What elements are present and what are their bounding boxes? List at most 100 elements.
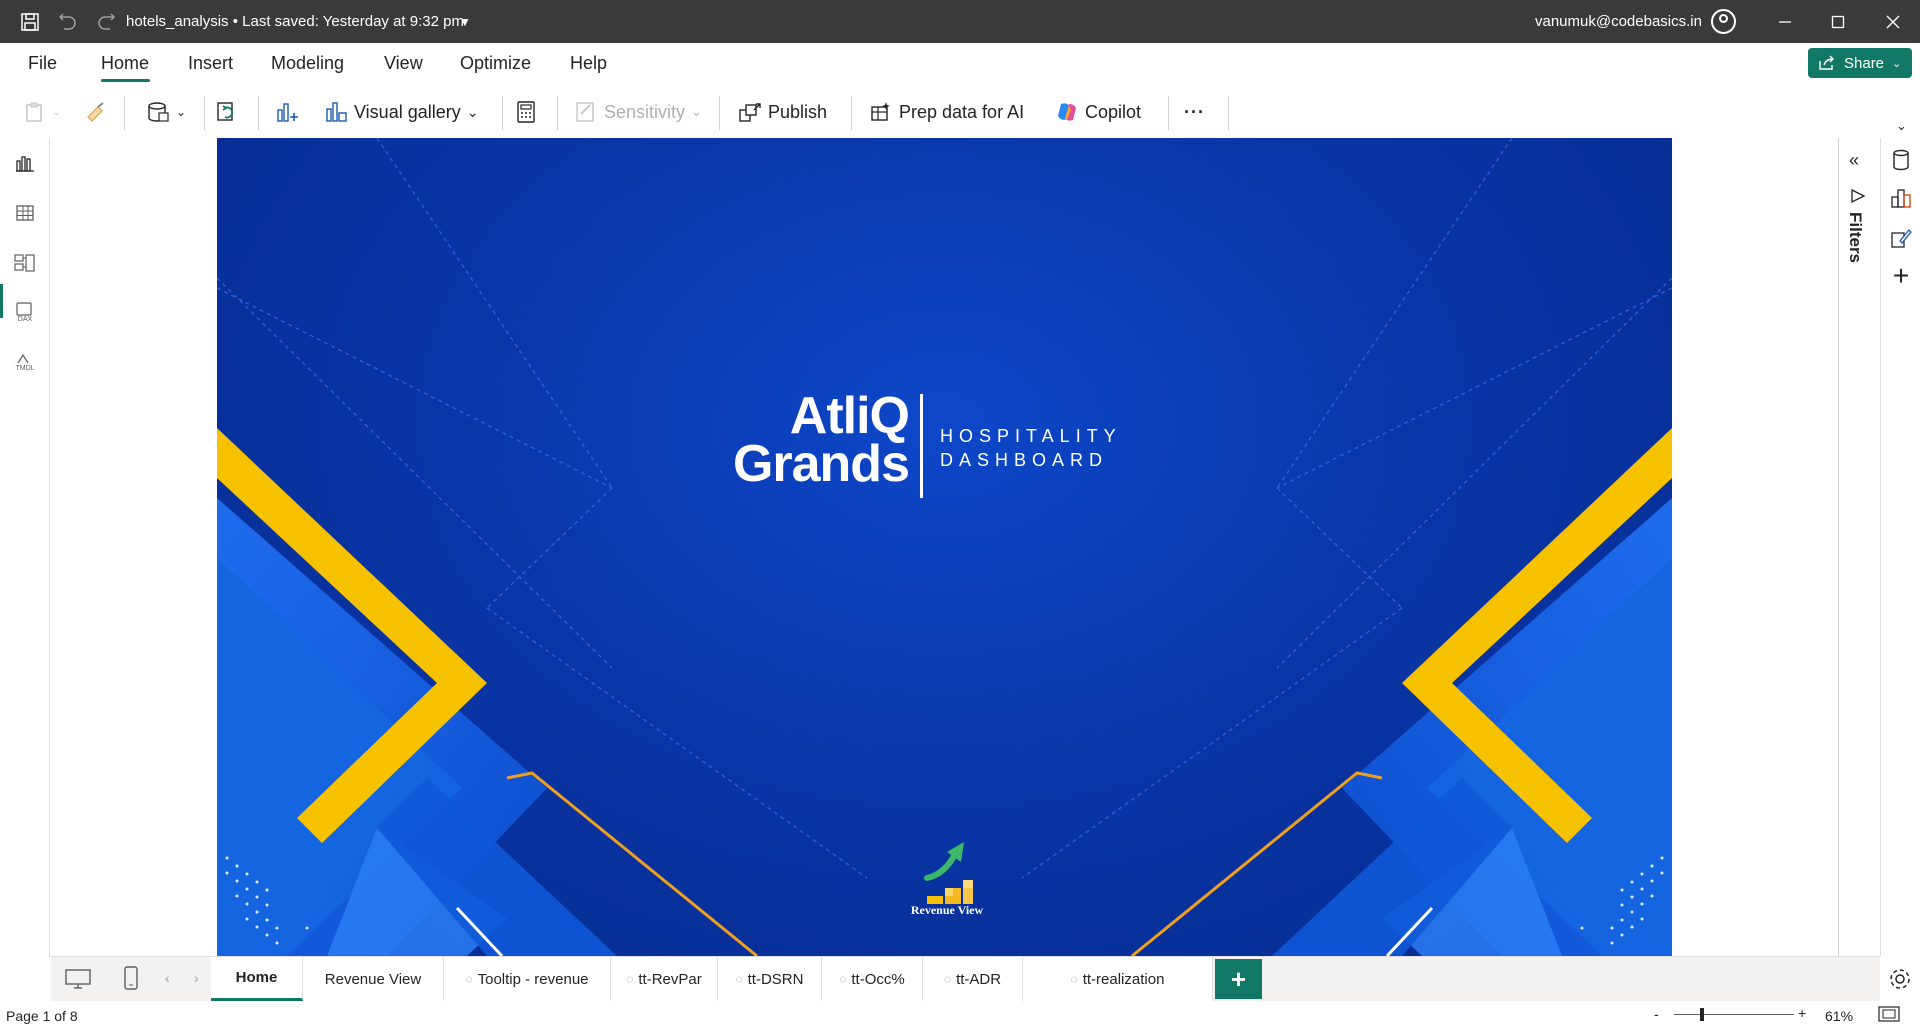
sensitivity-button[interactable]: Sensitivity ⌄ <box>574 98 702 126</box>
fit-to-page-icon[interactable] <box>1878 1006 1900 1025</box>
tmdl-view-icon[interactable]: TMDL <box>12 350 38 376</box>
tab-optimize[interactable]: Optimize <box>460 53 531 74</box>
zoom-slider-thumb[interactable] <box>1700 1008 1704 1021</box>
right-pane-bar: + <box>1880 138 1920 956</box>
tab-help[interactable]: Help <box>570 53 607 74</box>
revenue-view-nav-button[interactable]: Revenue View <box>907 840 987 920</box>
visual-gallery-icon <box>324 100 348 124</box>
view-switcher: DAX TMDL <box>0 138 50 958</box>
data-pane-icon[interactable] <box>1889 148 1913 172</box>
settings-icon[interactable] <box>1887 966 1913 997</box>
share-icon <box>1819 55 1834 70</box>
title-dropdown-icon[interactable]: ▼ <box>459 15 471 29</box>
dax-query-icon[interactable]: DAX <box>12 300 38 326</box>
report-view-icon[interactable] <box>12 150 38 176</box>
menu-bar: File Home Insert Modeling View Optimize … <box>0 43 1920 84</box>
page-tab-tt-occ[interactable]: ◌ tt-Occ% <box>822 957 923 1001</box>
format-painter-icon <box>84 100 108 124</box>
background-artwork <box>217 138 1672 956</box>
sensitivity-label: Sensitivity <box>604 101 686 122</box>
user-email[interactable]: vanumuk@codebasics.in <box>1535 13 1702 30</box>
model-view-icon[interactable] <box>12 250 38 276</box>
visual-gallery-label: Visual gallery <box>354 101 461 122</box>
hidden-page-icon: ◌ <box>735 972 743 986</box>
format-painter-button[interactable] <box>84 98 108 126</box>
desktop-layout-icon[interactable] <box>64 967 92 996</box>
filter-funnel-icon <box>1850 188 1866 209</box>
ribbon-collapse-icon[interactable]: ⌄ <box>1896 112 1907 140</box>
new-visual-button[interactable] <box>275 98 299 126</box>
page-tab-tt-dsrn[interactable]: ◌ tt-DSRN <box>718 957 822 1001</box>
zoom-level[interactable]: 61% <box>1825 1008 1853 1024</box>
filters-label[interactable]: Filters <box>1845 212 1865 263</box>
database-icon <box>146 100 170 124</box>
chevron-down-icon: ⌄ <box>1892 57 1902 70</box>
hidden-page-icon: ◌ <box>465 972 473 986</box>
publish-label: Publish <box>768 101 828 122</box>
copilot-button[interactable]: Copilot <box>1055 98 1141 126</box>
sensitivity-icon <box>574 100 598 124</box>
avatar[interactable] <box>1711 9 1736 34</box>
hidden-page-icon: ◌ <box>1070 972 1078 986</box>
revenue-view-label: Revenue View <box>910 903 984 917</box>
format-pane-icon[interactable] <box>1889 226 1913 250</box>
title-bar: hotels_analysis • Last saved: Yesterday … <box>0 0 1920 43</box>
collapse-pane-icon[interactable]: « <box>1849 150 1869 170</box>
scroll-right-icon[interactable]: › <box>194 970 199 986</box>
hidden-page-icon: ◌ <box>943 972 952 986</box>
page-tabs-bar: ‹ › Home Revenue View ◌ Tooltip - revenu… <box>51 956 1880 1001</box>
tab-home[interactable]: Home <box>101 53 149 74</box>
add-page-button[interactable]: + <box>1215 959 1262 999</box>
table-view-icon[interactable] <box>12 200 38 226</box>
close-icon[interactable] <box>1882 11 1904 33</box>
visualizations-pane-icon[interactable] <box>1889 186 1913 210</box>
prep-data-icon <box>869 100 893 124</box>
copilot-label: Copilot <box>1085 101 1142 122</box>
brand-logo: AtliQ Grands HOSPITALITY DASHBOARD <box>732 390 1164 500</box>
bar-chart-add-icon <box>275 100 299 124</box>
mobile-layout-icon[interactable] <box>123 965 139 996</box>
page-tab-tooltip-revenue[interactable]: ◌ Tooltip - revenue <box>444 957 611 1001</box>
zoom-slider[interactable] <box>1674 1008 1794 1021</box>
page-tab-revenue-view[interactable]: Revenue View <box>303 957 444 1001</box>
ribbon: ⌄ ⌄ Visual gallery ⌄ Sensitivity ⌄ Publi… <box>0 88 1920 136</box>
page-tab-tt-revpar[interactable]: ◌ tt-RevPar <box>611 957 718 1001</box>
brand-name-line2: Grands <box>732 435 910 493</box>
visual-gallery-button[interactable]: Visual gallery ⌄ <box>324 98 478 126</box>
calculator-icon <box>514 100 538 124</box>
redo-icon[interactable] <box>94 10 118 34</box>
add-pane-icon[interactable]: + <box>1889 260 1913 291</box>
refresh-icon <box>215 100 239 124</box>
tagline-line1: HOSPITALITY <box>940 426 1122 446</box>
maximize-icon[interactable] <box>1827 11 1849 33</box>
get-data-button[interactable]: ⌄ <box>146 98 186 126</box>
tab-modeling[interactable]: Modeling <box>271 53 344 74</box>
tagline-line2: DASHBOARD <box>940 450 1109 470</box>
chevron-down-icon: ⌄ <box>691 104 702 119</box>
scroll-left-icon[interactable]: ‹ <box>165 970 170 986</box>
refresh-button[interactable] <box>215 98 239 126</box>
tab-view[interactable]: View <box>384 53 423 74</box>
minimize-icon[interactable] <box>1774 11 1796 33</box>
tab-insert[interactable]: Insert <box>188 53 233 74</box>
report-page[interactable]: AtliQ Grands HOSPITALITY DASHBOARD Reven… <box>217 138 1672 956</box>
share-button[interactable]: Share ⌄ <box>1808 48 1912 78</box>
zoom-out-button[interactable]: - <box>1654 1006 1659 1022</box>
undo-icon[interactable] <box>56 10 80 34</box>
publish-button[interactable]: Publish <box>738 98 827 126</box>
zoom-in-button[interactable]: + <box>1798 1005 1806 1021</box>
more-options-button[interactable]: ··· <box>1184 98 1205 126</box>
calculator-button[interactable] <box>514 98 538 126</box>
document-title[interactable]: hotels_analysis • Last saved: Yesterday … <box>126 13 464 30</box>
save-icon[interactable] <box>18 10 42 34</box>
tab-file[interactable]: File <box>28 53 57 74</box>
logo-divider <box>920 394 923 498</box>
page-tab-home[interactable]: Home <box>211 957 303 1001</box>
page-tab-tt-adr[interactable]: ◌ tt-ADR <box>923 957 1023 1001</box>
prep-data-button[interactable]: Prep data for AI <box>869 98 1024 126</box>
revenue-growth-icon <box>924 842 973 904</box>
page-tab-tt-realization[interactable]: ◌ tt-realization <box>1023 957 1213 1001</box>
chevron-down-icon: ⌄ <box>176 105 187 119</box>
tmdl-label: TMDL <box>15 365 35 372</box>
paste-button[interactable]: ⌄ <box>22 98 60 126</box>
